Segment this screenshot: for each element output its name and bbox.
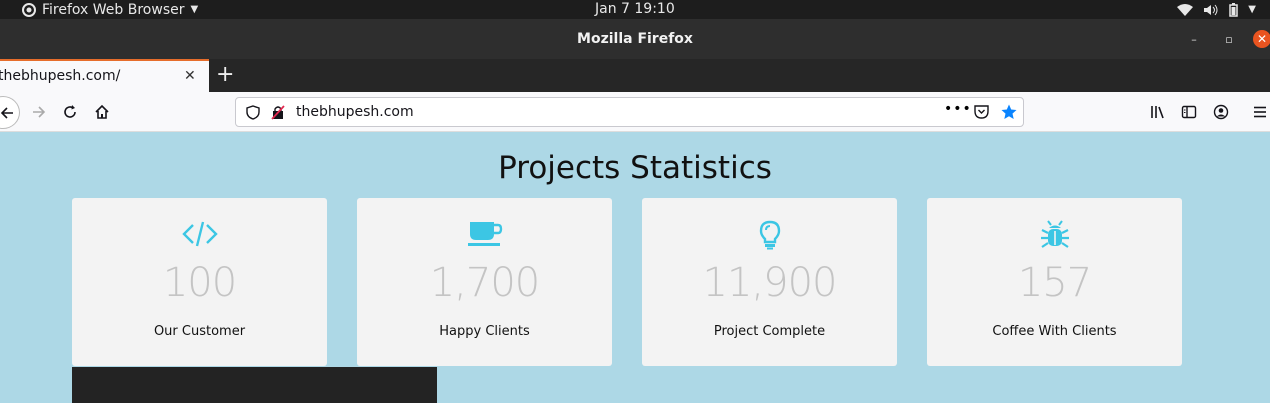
new-tab-button[interactable]: + (216, 62, 234, 87)
minimize-button[interactable]: – (1185, 30, 1203, 48)
tab-strip: thebhupesh.com/ ✕ + (0, 59, 1270, 92)
page-title: Projects Statistics (498, 150, 772, 186)
stat-label: Happy Clients (439, 324, 530, 339)
volume-icon (1204, 4, 1218, 15)
stat-count: 157 (1017, 260, 1092, 306)
stat-count: 1,700 (429, 260, 541, 306)
firefox-icon (22, 2, 36, 17)
tab-close-icon[interactable]: ✕ (184, 68, 196, 84)
close-icon: ✕ (1256, 32, 1268, 46)
reload-icon (64, 105, 76, 118)
minimize-icon: – (1191, 32, 1197, 46)
code-icon (181, 221, 218, 247)
stat-label: Project Complete (713, 324, 826, 339)
reload-button[interactable] (60, 102, 80, 122)
chevron-down-icon: ▼ (190, 4, 199, 15)
tab-title: thebhupesh.com/ (0, 68, 121, 84)
app-name: Firefox Web Browser (42, 1, 185, 18)
window-title: Mozilla Firefox (577, 31, 693, 47)
forward-button[interactable] (29, 102, 49, 122)
stat-count: 11,900 (702, 260, 838, 306)
page-actions-icon[interactable]: ••• (944, 101, 972, 117)
account-button[interactable] (1211, 102, 1231, 122)
stat-card-projects: 11,900 Project Complete (642, 198, 897, 366)
system-top-bar: Firefox Web Browser ▼ Jan 7 19:10 ▼ (0, 0, 1270, 19)
battery-icon (1229, 2, 1239, 17)
shield-icon[interactable] (246, 105, 260, 120)
home-button[interactable] (92, 102, 112, 122)
forward-arrow-icon (33, 106, 46, 118)
home-icon (95, 104, 109, 119)
back-arrow-icon (0, 107, 13, 119)
app-menu[interactable]: Firefox Web Browser ▼ (22, 0, 198, 19)
window-title-bar: Mozilla Firefox – ▫ ✕ (0, 19, 1270, 59)
power-menu-chevron-icon: ▼ (1248, 4, 1256, 15)
pocket-icon[interactable] (974, 105, 989, 119)
clock[interactable]: Jan 7 19:10 (595, 0, 675, 18)
sidebar-icon (1181, 105, 1197, 119)
coffee-cup-icon (467, 222, 502, 246)
stat-label: Our Customer (153, 324, 246, 339)
close-window-button[interactable]: ✕ (1253, 30, 1270, 48)
bookmark-star-icon[interactable] (1001, 104, 1017, 120)
maximize-icon: ▫ (1225, 32, 1233, 46)
library-icon (1151, 106, 1164, 119)
maximize-button[interactable]: ▫ (1220, 30, 1238, 48)
navigation-toolbar: thebhupesh.com ••• (0, 92, 1270, 132)
stat-card-coffee: 157 Coffee With Clients (927, 198, 1182, 366)
app-menu-button[interactable] (1250, 102, 1270, 122)
sidebar-button[interactable] (1179, 102, 1199, 122)
stat-count: 100 (162, 260, 237, 306)
system-tray[interactable]: ▼ (1177, 0, 1256, 19)
stat-card-customers: 100 Our Customer (72, 198, 327, 366)
stat-card-happy-clients: 1,700 Happy Clients (357, 198, 612, 366)
stat-label: Coffee With Clients (992, 324, 1117, 339)
url-text[interactable]: thebhupesh.com (296, 104, 414, 120)
tab-thebhupesh[interactable]: thebhupesh.com/ ✕ (0, 59, 209, 92)
bug-icon (1040, 220, 1069, 248)
account-icon (1213, 104, 1229, 120)
back-button[interactable] (0, 96, 20, 129)
dark-section-block (72, 367, 437, 403)
wifi-icon (1177, 3, 1194, 16)
lightbulb-icon (759, 220, 780, 250)
library-button[interactable] (1148, 102, 1168, 122)
hamburger-menu-icon (1254, 106, 1266, 118)
address-bar[interactable]: thebhupesh.com ••• (235, 97, 1024, 127)
insecure-lock-icon[interactable] (271, 105, 285, 120)
